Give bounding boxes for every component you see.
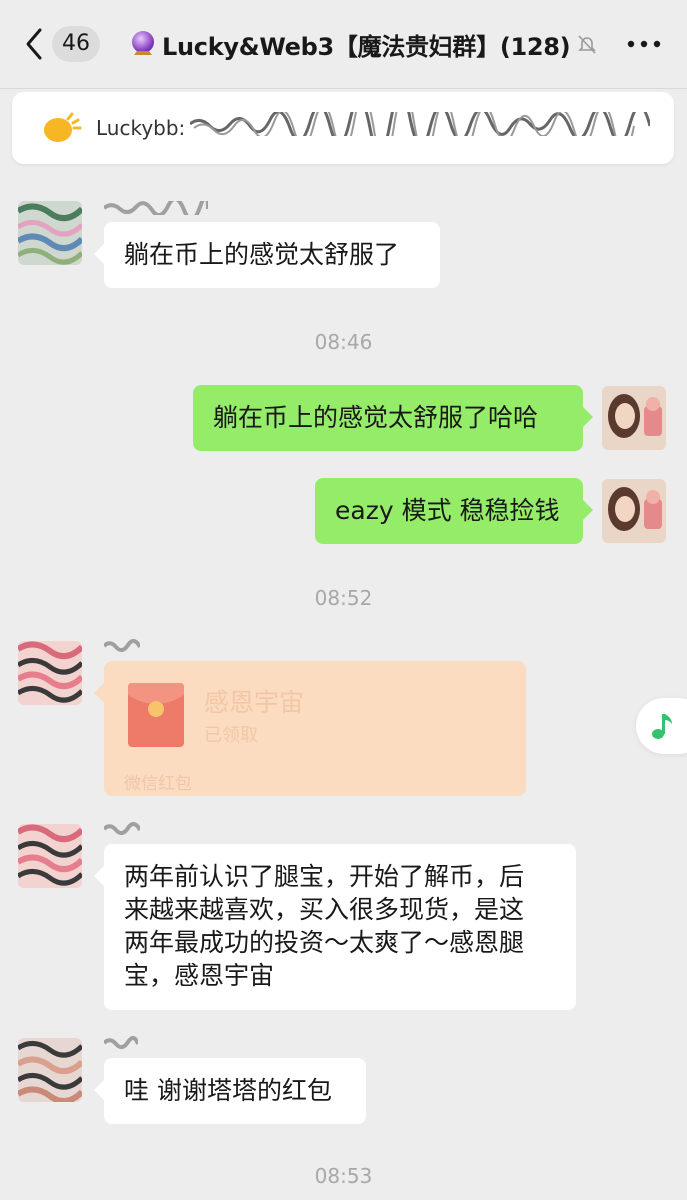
message-timestamp: 08:53 — [314, 1164, 373, 1188]
chat-header: 46 Lucky&Web3【魔法贵妇群】(128) — [0, 0, 687, 89]
announcement-sender: Luckybb: — [96, 116, 186, 140]
red-packet-label: 微信红包 — [124, 774, 192, 794]
message-bubble[interactable]: 两年前认识了腿宝，开始了解币，后 来越来越喜欢，买入很多现货，是这 两年最成功的… — [94, 844, 576, 1010]
more-dots-icon[interactable] — [624, 30, 664, 58]
avatar[interactable] — [18, 201, 82, 265]
message-line: 来越来越喜欢，买入很多现货，是这 — [124, 895, 525, 924]
red-packet-title: 感恩宇宙 — [204, 688, 305, 717]
sender-nickname-redacted — [104, 822, 140, 835]
red-packet-status: 已领取 — [204, 725, 258, 746]
avatar[interactable] — [18, 1038, 82, 1102]
message-bubble-self[interactable]: eazy 模式 稳稳捡钱 — [315, 478, 593, 544]
red-packet-card[interactable]: 感恩宇宙 已领取 微信红包 — [94, 661, 526, 796]
announcement-bulb-icon — [44, 112, 82, 142]
avatar-self[interactable] — [602, 386, 666, 450]
message-timestamp: 08:46 — [314, 330, 373, 354]
avatar[interactable] — [18, 824, 82, 888]
red-envelope-icon — [128, 683, 184, 747]
redacted-text — [190, 112, 650, 136]
message-bubble[interactable]: 躺在币上的感觉太舒服了 — [94, 222, 440, 288]
floating-music-button[interactable] — [636, 698, 687, 754]
avatar[interactable] — [18, 641, 82, 705]
message-line: 两年最成功的投资～太爽了～感恩腿 — [124, 928, 525, 957]
chat-title: Lucky&Web3【魔法贵妇群】(128) — [162, 32, 571, 61]
unread-count-badge[interactable]: 46 — [52, 26, 100, 62]
bell-muted-icon — [578, 35, 597, 54]
avatar-self[interactable] — [602, 479, 666, 543]
message-line: 宝，感恩宇宙 — [124, 961, 275, 990]
message-bubble[interactable]: 哇 谢谢塔塔的红包 — [94, 1058, 366, 1124]
crystal-ball-icon — [132, 31, 154, 55]
sender-nickname-redacted — [104, 639, 140, 652]
music-note-icon — [652, 714, 672, 739]
chat-title-area[interactable]: Lucky&Web3【魔法贵妇群】(128) — [128, 27, 598, 61]
sender-nickname-redacted — [104, 1036, 138, 1049]
pinned-announcement[interactable]: Luckybb: — [12, 92, 674, 164]
message-line: 两年前认识了腿宝，开始了解币，后 — [124, 862, 525, 891]
sender-nickname-redacted — [104, 201, 208, 215]
message-bubble-self[interactable]: 躺在币上的感觉太舒服了哈哈 — [193, 385, 593, 451]
message-timestamp: 08:52 — [314, 586, 373, 610]
